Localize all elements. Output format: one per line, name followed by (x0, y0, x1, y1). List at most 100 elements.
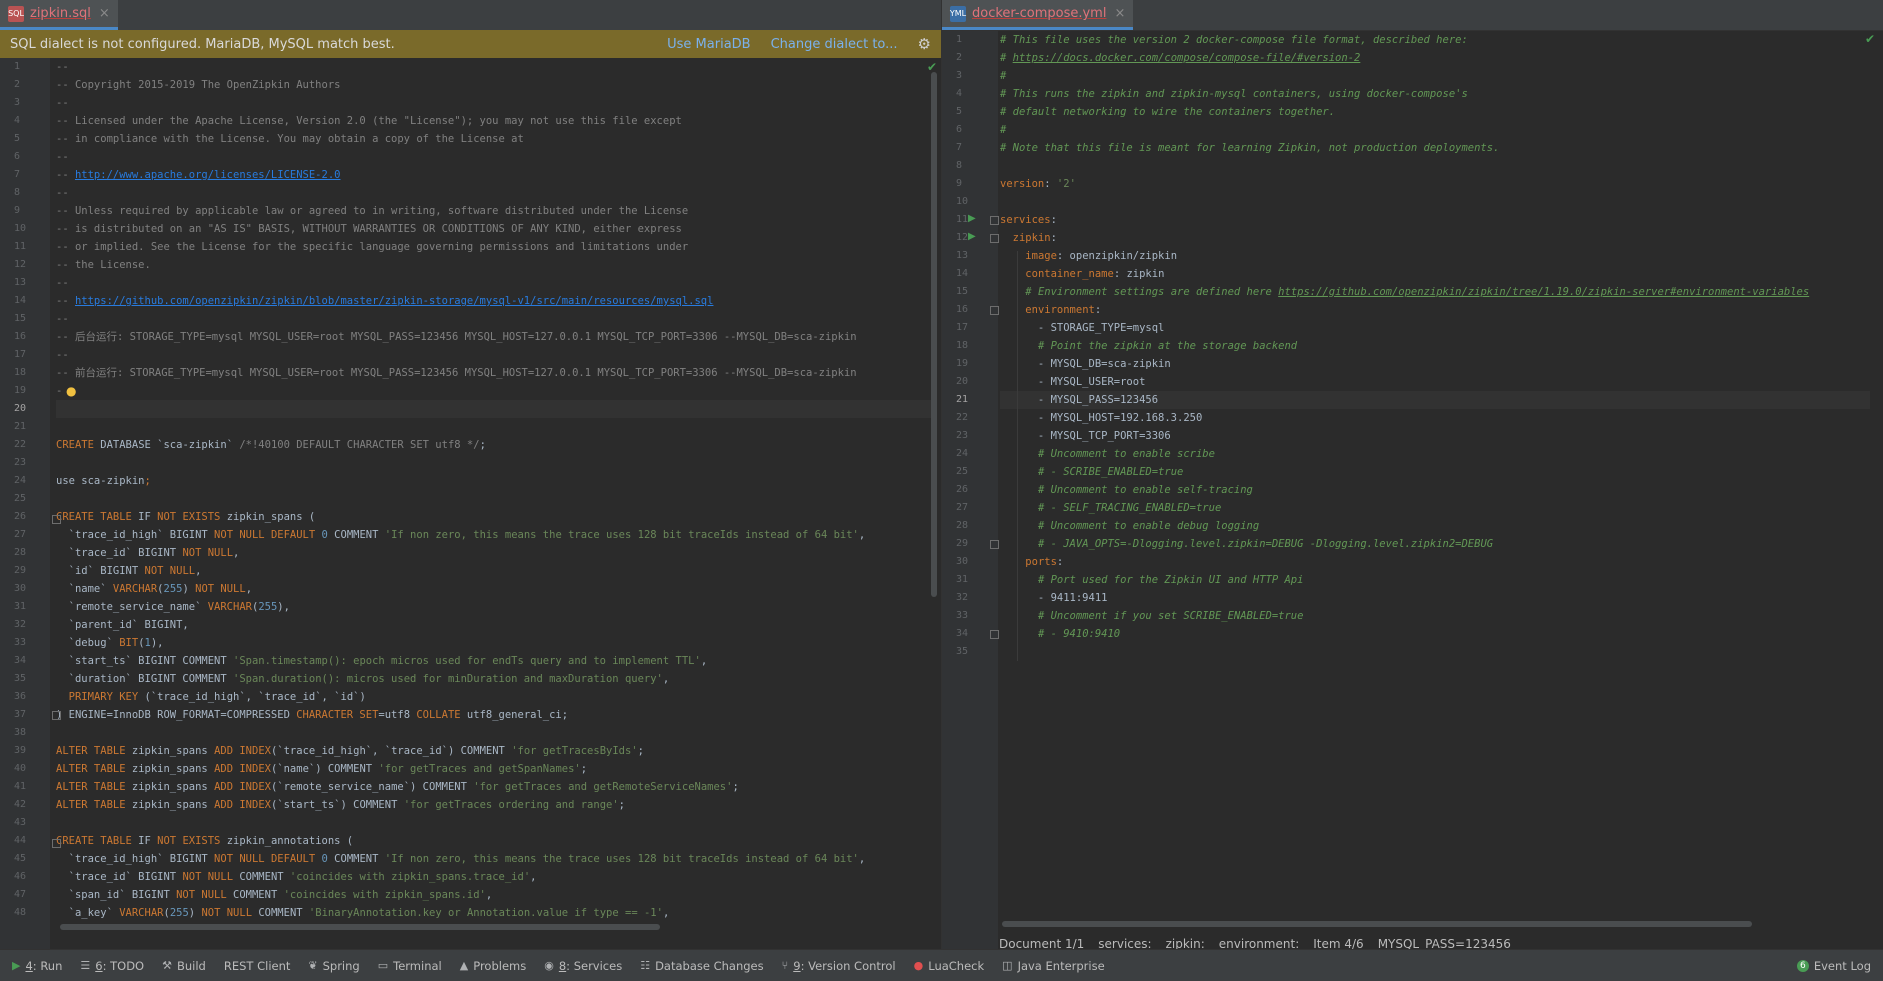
fold-marker-icon[interactable] (990, 630, 999, 639)
code-token: - MYSQL_USER=root (1000, 376, 1146, 388)
yaml-file-icon: YML (950, 5, 966, 22)
tool-window-rest-client[interactable]: REST Client (224, 959, 291, 973)
tool-shortcut-number: 4 (25, 958, 33, 973)
code-token: 'for getTraces and getRemoteServiceNames… (473, 781, 733, 793)
code-line: `parent_id` BIGINT, (56, 616, 936, 634)
code-token: # - SELF_TRACING_ENABLED=true (1037, 502, 1222, 514)
fold-marker-icon[interactable] (990, 306, 999, 315)
code-line: `a_key` VARCHAR(255) NOT NULL COMMENT 'B… (56, 904, 936, 922)
tool-window-spring[interactable]: ❦ Spring (308, 959, 359, 973)
code-token: : (1094, 304, 1102, 316)
gear-icon[interactable]: ⚙ (918, 35, 931, 53)
line-number: 46 (14, 871, 27, 882)
code-link[interactable]: https://docs.docker.com/compose/compose-… (1013, 52, 1361, 64)
code-line: -- Licensed under the Apache License, Ve… (56, 112, 936, 130)
event-log-button[interactable]: 6 Event Log (1796, 950, 1871, 981)
line-number: 38 (14, 727, 27, 738)
code-line: -- (56, 58, 936, 76)
fold-marker-icon[interactable] (52, 711, 61, 720)
code-token: zipkin_spans (125, 781, 215, 793)
code-line: - 9411:9411 (1000, 589, 1870, 607)
code-token: NOT EXISTS (157, 835, 221, 847)
code-token: # (1000, 70, 1007, 82)
tool-shortcut-number: 6 (95, 958, 103, 973)
code-line: # (1000, 67, 1870, 85)
code-line: # Uncomment to enable scribe (1000, 445, 1870, 463)
code-link[interactable]: https://github.com/openzipkin/zipkin/blo… (75, 295, 713, 307)
line-number-gutter: 1 2 3 4 5 6 7 8 9 10 11 12 13 14 15 16 17 18 19 20 21 22 23 24 2… (942, 31, 998, 949)
code-token: # Uncomment to enable self-tracing (1037, 484, 1253, 496)
build-icon: ⚒ (162, 959, 172, 972)
code-token: image (1025, 250, 1057, 262)
line-number: 35 (956, 646, 969, 657)
code-token: CREATE TABLE (56, 511, 132, 523)
line-number: 36 (14, 691, 27, 702)
sql-file-icon: SQL (8, 5, 24, 22)
use-mariadb-link[interactable]: Use MariaDB (667, 37, 750, 52)
code-token: VARCHAR (207, 601, 252, 613)
tool-window-luacheck[interactable]: ● LuaCheck (914, 959, 985, 973)
code-line: - (56, 382, 936, 400)
tool-label: Terminal (393, 958, 442, 973)
fold-marker-icon[interactable] (990, 540, 999, 549)
code-line: -- (56, 274, 936, 292)
code-line: # Note that this file is meant for learn… (1000, 139, 1870, 157)
code-token: 'If non zero, this means the trace uses … (384, 853, 859, 865)
code-line: # Point the zipkin at the storage backen… (1000, 337, 1870, 355)
horizontal-scrollbar[interactable] (60, 924, 660, 930)
code-token: VARCHAR (119, 907, 164, 919)
tool-window-todo[interactable]: ☰ 6: TODO (80, 959, 144, 973)
code-line: -- 前台运行: STORAGE_TYPE=mysql MYSQL_USER=r… (56, 364, 936, 382)
line-number: 6 (956, 124, 963, 135)
code-token: ADD INDEX (214, 763, 271, 775)
line-number: 14 (956, 268, 969, 279)
code-token: DATABASE `sca-zipkin` (93, 439, 240, 451)
code-token: ; (580, 763, 588, 775)
code-line: - MYSQL_HOST=192.168.3.250 (1000, 409, 1870, 427)
tool-window-build[interactable]: ⚒ Build (162, 959, 206, 973)
run-services-icon[interactable]: ▶ (968, 213, 976, 224)
code-link[interactable]: http://www.apache.org/licenses/LICENSE-2… (75, 169, 341, 181)
close-icon[interactable]: × (1114, 6, 1125, 21)
tab-zipkin-sql[interactable]: SQL zipkin.sql × (0, 0, 118, 30)
vertical-scrollbar[interactable] (931, 72, 937, 597)
change-dialect-link[interactable]: Change dialect to... (771, 37, 898, 52)
tool-window-version-control[interactable]: ⑂ 9: Version Control (782, 959, 896, 973)
services-icon: ◉ (544, 959, 554, 972)
fold-marker-icon[interactable] (990, 234, 999, 243)
code-token: - MYSQL_HOST=192.168.3.250 (1000, 412, 1203, 424)
code-token: NOT EXISTS (157, 511, 221, 523)
lightbulb-icon[interactable]: ● (66, 384, 76, 398)
git-icon: ⑂ (781, 959, 789, 972)
tool-window-database-changes[interactable]: ☷ Database Changes (640, 959, 763, 973)
tool-window-terminal[interactable]: ▭ Terminal (378, 959, 442, 973)
code-token: , (662, 907, 670, 919)
tool-window-problems[interactable]: ▲ Problems (460, 959, 526, 973)
fold-marker-icon[interactable] (52, 839, 61, 848)
horizontal-scrollbar[interactable] (1002, 921, 1752, 927)
code-token: NOT NULL (182, 871, 234, 883)
code-line: # Uncomment if you set SCRIBE_ENABLED=tr… (1000, 607, 1870, 625)
line-number: 26 (956, 484, 969, 495)
fold-marker-icon[interactable] (52, 515, 61, 524)
tool-window-run[interactable]: ▶ 4: Run (12, 959, 62, 973)
tool-label: Build (176, 958, 206, 973)
code-line: `duration` BIGINT COMMENT 'Span.duration… (56, 670, 936, 688)
sql-code-area[interactable]: -- -- Copyright 2015-2019 The OpenZipkin … (56, 58, 936, 931)
code-link[interactable]: https://github.com/openzipkin/zipkin/tre… (1278, 286, 1809, 298)
code-token: , (858, 529, 866, 541)
fold-marker-icon[interactable] (990, 216, 999, 225)
tab-docker-compose[interactable]: YML docker-compose.yml × (942, 0, 1134, 30)
tool-window-services[interactable]: ◉ 8: Services (544, 959, 622, 973)
tool-window-java-enterprise[interactable]: ◫ Java Enterprise (1002, 959, 1105, 973)
yaml-code-area[interactable]: # This file uses the version 2 docker-co… (1000, 31, 1870, 920)
run-zipkin-icon[interactable]: ▶ (968, 231, 976, 242)
close-icon[interactable]: × (99, 6, 110, 21)
code-token: zipkin_spans (125, 763, 215, 775)
code-token: # Uncomment to enable debug logging (1037, 520, 1260, 532)
code-line: # - JAVA_OPTS=-Dlogging.level.zipkin=DEB… (1000, 535, 1870, 553)
line-number: 5 (956, 106, 963, 117)
spring-icon: ❦ (308, 959, 318, 972)
